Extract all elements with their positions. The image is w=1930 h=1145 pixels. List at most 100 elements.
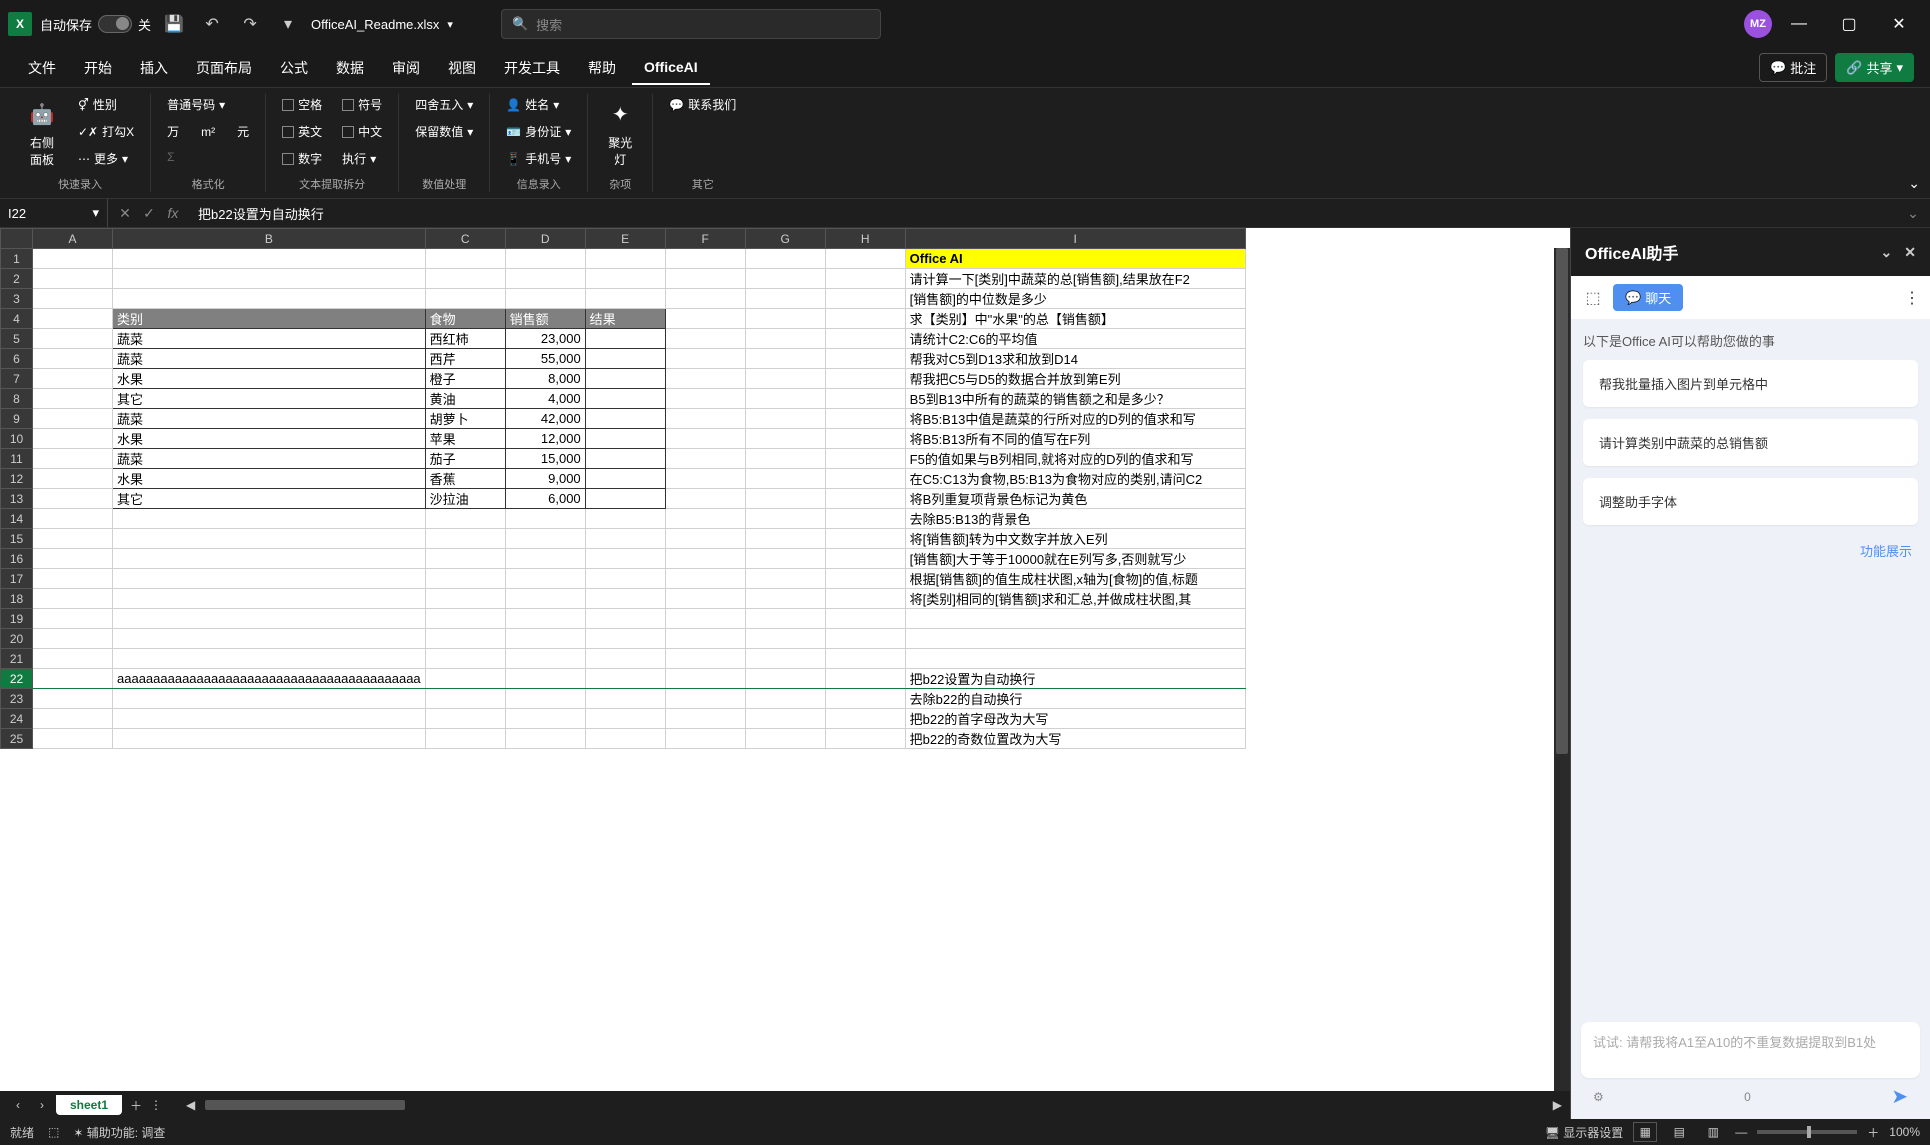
cell-H14[interactable]	[825, 509, 905, 529]
page-break-view-icon[interactable]: ▥	[1701, 1122, 1725, 1142]
tab-officeai[interactable]: OfficeAI	[632, 51, 710, 85]
cell-F23[interactable]	[665, 689, 745, 709]
cell-C17[interactable]	[425, 569, 505, 589]
accessibility-status[interactable]: ✶ 辅助功能: 调查	[73, 1124, 165, 1141]
cell-H25[interactable]	[825, 729, 905, 749]
cell-F15[interactable]	[665, 529, 745, 549]
cell-H1[interactable]	[825, 249, 905, 269]
cell-D24[interactable]	[505, 709, 585, 729]
cell-E23[interactable]	[585, 689, 665, 709]
cell-C25[interactable]	[425, 729, 505, 749]
execute-button[interactable]: 执行 ▾	[338, 148, 386, 169]
cell-C5[interactable]: 西红柿	[425, 329, 505, 349]
cell-B8[interactable]: 其它	[113, 389, 426, 409]
cell-C8[interactable]: 黄油	[425, 389, 505, 409]
cell-E10[interactable]	[585, 429, 665, 449]
horizontal-scrollbar[interactable]: ◀▶	[186, 1098, 1562, 1112]
close-button[interactable]: ✕	[1876, 8, 1922, 40]
scroll-left-icon[interactable]: ◀	[186, 1098, 195, 1112]
cell-A20[interactable]	[33, 629, 113, 649]
cell-D6[interactable]: 55,000	[505, 349, 585, 369]
cell-A8[interactable]	[33, 389, 113, 409]
cell-E22[interactable]	[585, 669, 665, 689]
feature-showcase-link[interactable]: 功能展示	[1583, 537, 1918, 564]
chinese-checkbox[interactable]: 中文	[338, 121, 386, 142]
formula-input[interactable]: 把b22设置为自动换行	[190, 204, 1902, 223]
cell-H23[interactable]	[825, 689, 905, 709]
cell-I21[interactable]	[905, 649, 1245, 669]
symbol-checkbox[interactable]: 符号	[338, 94, 386, 115]
cell-A1[interactable]	[33, 249, 113, 269]
cell-G6[interactable]	[745, 349, 825, 369]
cell-I20[interactable]	[905, 629, 1245, 649]
cell-I17[interactable]: 根据[销售额]的值生成柱状图,x轴为[食物]的值,标题	[905, 569, 1245, 589]
cell-B19[interactable]	[113, 609, 426, 629]
zoom-level[interactable]: 100%	[1889, 1125, 1920, 1139]
cell-D14[interactable]	[505, 509, 585, 529]
cell-D2[interactable]	[505, 269, 585, 289]
cell-F2[interactable]	[665, 269, 745, 289]
cell-B20[interactable]	[113, 629, 426, 649]
cell-G3[interactable]	[745, 289, 825, 309]
cell-G4[interactable]	[745, 309, 825, 329]
cell-I13[interactable]: 将B列重复项背景色标记为黄色	[905, 489, 1245, 509]
suggestion-card[interactable]: 调整助手字体	[1583, 478, 1918, 525]
comments-button[interactable]: 💬 批注	[1759, 53, 1827, 82]
cancel-formula-icon[interactable]: ✕	[114, 202, 136, 224]
cell-D3[interactable]	[505, 289, 585, 309]
cell-F20[interactable]	[665, 629, 745, 649]
cell-I9[interactable]: 将B5:B13中值是蔬菜的行所对应的D列的值求和写	[905, 409, 1245, 429]
cell-E12[interactable]	[585, 469, 665, 489]
zoom-slider[interactable]	[1757, 1130, 1857, 1134]
cell-H16[interactable]	[825, 549, 905, 569]
cell-C22[interactable]	[425, 669, 505, 689]
cell-H5[interactable]	[825, 329, 905, 349]
cell-E5[interactable]	[585, 329, 665, 349]
cell-H12[interactable]	[825, 469, 905, 489]
round-button[interactable]: 四舍五入 ▾	[411, 94, 477, 115]
cell-E16[interactable]	[585, 549, 665, 569]
zoom-out-button[interactable]: —	[1735, 1125, 1747, 1139]
tab-file[interactable]: 文件	[16, 50, 68, 86]
cell-F13[interactable]	[665, 489, 745, 509]
collapse-ribbon-icon[interactable]: ⌄	[1908, 175, 1920, 192]
cell-I4[interactable]: 求【类别】中"水果"的总【销售额】	[905, 309, 1245, 329]
macro-record-icon[interactable]: ⬚	[48, 1125, 59, 1139]
cell-E7[interactable]	[585, 369, 665, 389]
cell-B25[interactable]	[113, 729, 426, 749]
chat-tab[interactable]: 💬 聊天	[1613, 284, 1683, 311]
cell-E19[interactable]	[585, 609, 665, 629]
panel-collapse-icon[interactable]: ⌄	[1881, 244, 1893, 261]
cell-G7[interactable]	[745, 369, 825, 389]
cell-G14[interactable]	[745, 509, 825, 529]
cell-B2[interactable]	[113, 269, 426, 289]
tab-insert[interactable]: 插入	[128, 50, 180, 86]
cell-I19[interactable]	[905, 609, 1245, 629]
keep-value-button[interactable]: 保留数值 ▾	[411, 121, 477, 142]
contact-button[interactable]: 💬 联系我们	[665, 94, 740, 115]
cell-E20[interactable]	[585, 629, 665, 649]
cell-A5[interactable]	[33, 329, 113, 349]
tab-devtools[interactable]: 开发工具	[492, 50, 572, 86]
cell-E17[interactable]	[585, 569, 665, 589]
cell-I2[interactable]: 请计算一下[类别]中蔬菜的总[销售额],结果放在F2	[905, 269, 1245, 289]
cell-B22[interactable]: aaaaaaaaaaaaaaaaaaaaaaaaaaaaaaaaaaaaaaaa…	[113, 669, 426, 689]
chevron-down-icon[interactable]: ▾	[92, 205, 99, 221]
cell-B11[interactable]: 蔬菜	[113, 449, 426, 469]
wan-button[interactable]: 万	[163, 121, 183, 142]
cell-A9[interactable]	[33, 409, 113, 429]
toggle-icon[interactable]	[98, 15, 132, 33]
cell-D22[interactable]	[505, 669, 585, 689]
sheet-options-icon[interactable]: ⋮	[150, 1098, 162, 1112]
cell-I12[interactable]: 在C5:C13为食物,B5:B13为食物对应的类别,请问C2	[905, 469, 1245, 489]
cell-A17[interactable]	[33, 569, 113, 589]
cell-A24[interactable]	[33, 709, 113, 729]
cell-C13[interactable]: 沙拉油	[425, 489, 505, 509]
cell-B10[interactable]: 水果	[113, 429, 426, 449]
cell-G18[interactable]	[745, 589, 825, 609]
cell-A22[interactable]	[33, 669, 113, 689]
cell-C9[interactable]: 胡萝卜	[425, 409, 505, 429]
cell-A4[interactable]	[33, 309, 113, 329]
cell-D25[interactable]	[505, 729, 585, 749]
cell-D11[interactable]: 15,000	[505, 449, 585, 469]
